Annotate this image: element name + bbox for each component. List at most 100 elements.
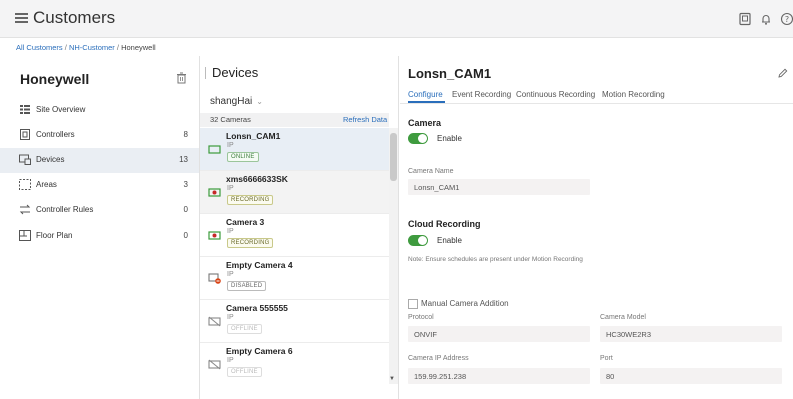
- tab-continuous-recording[interactable]: Continuous Recording: [516, 90, 595, 99]
- device-list-item[interactable]: xms6666633SK IP RECORDING: [200, 171, 389, 214]
- active-tab-indicator: [408, 101, 445, 103]
- sidebar-item-label: Controller Rules: [36, 205, 94, 214]
- sidebar-item-count: 3: [183, 180, 188, 189]
- protocol-field[interactable]: ONVIF: [408, 326, 590, 342]
- device-type: IP: [227, 271, 234, 278]
- pencil-icon[interactable]: [778, 68, 788, 78]
- breadcrumb-all-customers[interactable]: All Customers: [16, 43, 63, 52]
- detail-title: Lonsn_CAM1: [408, 66, 492, 81]
- device-name: xms6666633SK: [226, 174, 288, 184]
- top-bar: [0, 0, 793, 38]
- sidebar-item-count: 0: [183, 231, 188, 240]
- breadcrumb-current: Honeywell: [121, 43, 156, 52]
- camera-offline-icon: [208, 316, 221, 327]
- controller-icon: [20, 129, 30, 140]
- camera-name-field[interactable]: Lonsn_CAM1: [408, 179, 590, 195]
- ip-address-field[interactable]: 159.99.251.238: [408, 368, 590, 384]
- devices-title: Devices: [212, 65, 259, 80]
- divider: [205, 67, 206, 79]
- camera-online-icon: [208, 145, 221, 154]
- tab-event-recording[interactable]: Event Recording: [452, 90, 511, 99]
- status-badge: RECORDING: [227, 238, 274, 248]
- hamburger-menu-icon[interactable]: [15, 13, 28, 23]
- camera-recording-icon: [208, 231, 221, 240]
- app-title: Customers: [33, 8, 116, 27]
- scroll-down-arrow-icon[interactable]: ▼: [389, 376, 395, 382]
- sidebar-item-controller-rules[interactable]: Controller Rules 0: [0, 198, 199, 223]
- camera-name-label: Camera Name: [408, 168, 454, 175]
- rules-icon: [19, 204, 31, 215]
- site-select-value: shangHai: [210, 96, 253, 107]
- camera-count: 32 Cameras: [210, 115, 251, 124]
- trash-icon[interactable]: [176, 72, 187, 84]
- cloud-enable-label: Enable: [437, 236, 462, 245]
- sidebar-item-label: Site Overview: [36, 105, 86, 114]
- port-value: 80: [606, 372, 615, 381]
- device-name: Empty Camera 4: [226, 260, 293, 270]
- status-badge: ONLINE: [227, 152, 259, 162]
- protocol-value: ONVIF: [414, 330, 437, 339]
- device-name: Empty Camera 6: [226, 346, 293, 356]
- status-badge: DISABLED: [227, 281, 267, 291]
- device-list-item[interactable]: Empty Camera 4 IP DISABLED: [200, 257, 389, 300]
- site-select[interactable]: shangHai ⌄: [210, 96, 263, 107]
- areas-icon: [19, 179, 31, 190]
- breadcrumb: All Customers / NH-Customer / Honeywell: [16, 43, 156, 52]
- port-field[interactable]: 80: [600, 368, 782, 384]
- device-type: IP: [227, 228, 234, 235]
- device-name: Camera 3: [226, 217, 265, 227]
- camera-disabled-icon: [208, 273, 221, 284]
- camera-enable-label: Enable: [437, 134, 462, 143]
- scrollbar-thumb[interactable]: [390, 133, 397, 181]
- cloud-recording-heading: Cloud Recording: [408, 219, 481, 229]
- protocol-label: Protocol: [408, 314, 434, 321]
- site-overview-icon: [20, 105, 30, 114]
- camera-section-heading: Camera: [408, 118, 442, 128]
- device-type: IP: [227, 142, 234, 149]
- bell-icon[interactable]: [759, 12, 773, 26]
- sidebar-item-label: Areas: [36, 180, 57, 189]
- breadcrumb-customer[interactable]: NH-Customer: [69, 43, 115, 52]
- ip-address-value: 159.99.251.238: [414, 372, 467, 381]
- device-type: IP: [227, 314, 234, 321]
- camera-recording-icon: [208, 188, 221, 197]
- sidebar-item-floor-plan[interactable]: Floor Plan 0: [0, 224, 199, 249]
- camera-offline-icon: [208, 359, 221, 370]
- sidebar-item-label: Devices: [36, 155, 65, 164]
- status-badge: OFFLINE: [227, 324, 262, 334]
- sidebar-item-devices[interactable]: Devices 13: [0, 148, 199, 173]
- tab-configure[interactable]: Configure: [408, 90, 443, 99]
- org-name: Honeywell: [20, 71, 90, 87]
- status-badge: RECORDING: [227, 195, 274, 205]
- tabs-divider: [400, 103, 793, 104]
- sidebar-item-label: Floor Plan: [36, 231, 73, 240]
- sidebar-item-controllers[interactable]: Controllers 8: [0, 123, 199, 148]
- schedule-note: Note: Ensure schedules are present under…: [408, 256, 583, 263]
- devices-icon: [19, 154, 31, 165]
- sidebar-item-count: 13: [179, 155, 188, 164]
- device-list-item[interactable]: Camera 3 IP RECORDING: [200, 214, 389, 257]
- device-name: Lonsn_CAM1: [226, 131, 281, 141]
- sidebar-item-label: Controllers: [36, 130, 75, 139]
- manual-camera-checkbox[interactable]: [408, 299, 418, 309]
- cloud-recording-toggle[interactable]: [408, 235, 428, 246]
- chevron-down-icon: ⌄: [256, 97, 263, 106]
- camera-model-field[interactable]: HC30WE2R3: [600, 326, 782, 342]
- tab-motion-recording[interactable]: Motion Recording: [602, 90, 665, 99]
- camera-name-value: Lonsn_CAM1: [414, 183, 460, 192]
- device-type: IP: [227, 185, 234, 192]
- sidebar-item-areas[interactable]: Areas 3: [0, 173, 199, 198]
- device-list-item[interactable]: Empty Camera 6 IP OFFLINE: [200, 343, 389, 385]
- status-badge: OFFLINE: [227, 367, 262, 377]
- refresh-data-link[interactable]: Refresh Data: [343, 115, 387, 124]
- tablet-icon[interactable]: [738, 12, 752, 26]
- device-list-item[interactable]: Camera 555555 IP OFFLINE: [200, 300, 389, 343]
- camera-model-label: Camera Model: [600, 314, 646, 321]
- camera-enable-toggle[interactable]: [408, 133, 428, 144]
- help-icon[interactable]: ?: [780, 12, 793, 26]
- device-type: IP: [227, 357, 234, 364]
- device-name: Camera 555555: [226, 303, 288, 313]
- port-label: Port: [600, 355, 613, 362]
- sidebar-item-site-overview[interactable]: Site Overview: [0, 98, 199, 123]
- device-list-item[interactable]: Lonsn_CAM1 IP ONLINE: [200, 128, 389, 171]
